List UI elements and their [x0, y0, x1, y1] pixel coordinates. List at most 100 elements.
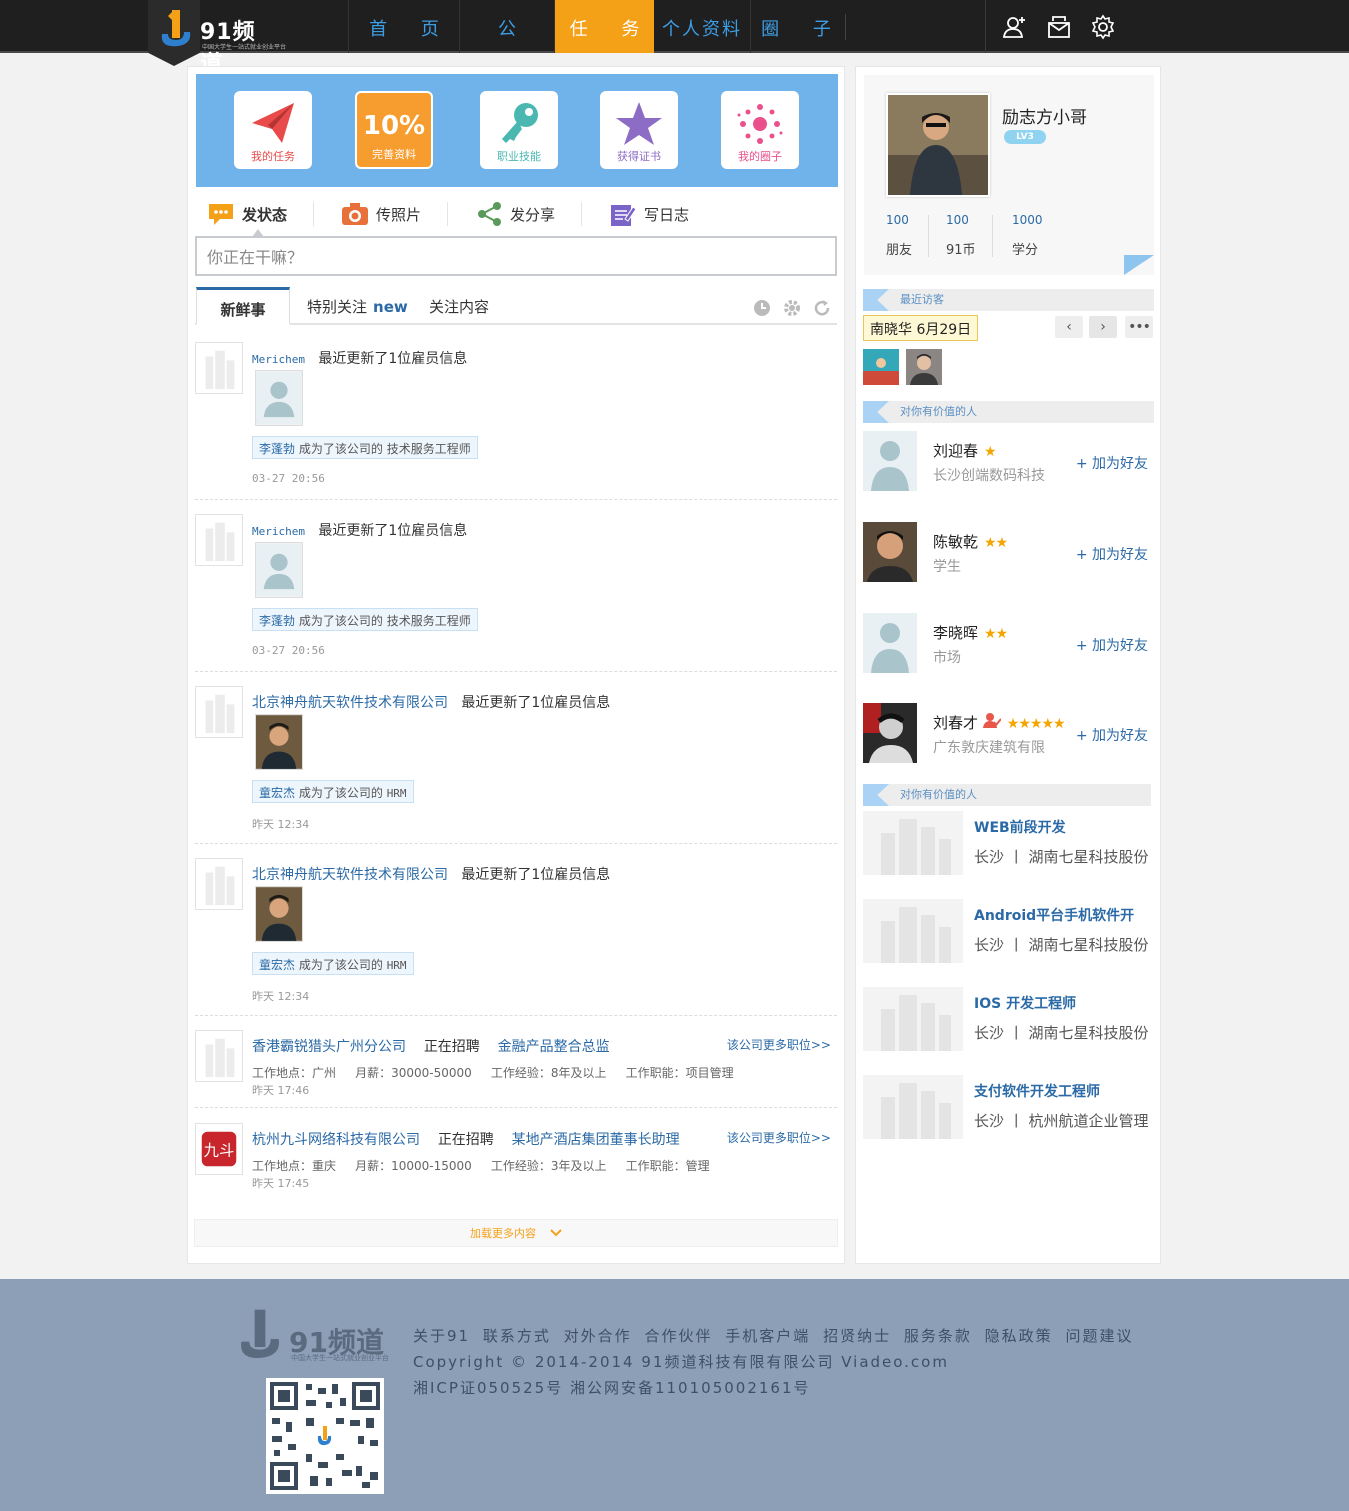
person-thumb[interactable] — [255, 542, 303, 598]
footer-link[interactable]: 隐私政策 — [985, 1327, 1053, 1345]
person-name[interactable]: 李晓晖 ★★ — [933, 622, 1008, 643]
nav-profile[interactable]: 个人资料 — [654, 0, 750, 53]
footer-link[interactable]: 合作伙伴 — [644, 1327, 712, 1345]
tab-write-blog[interactable]: 写日志 — [608, 202, 715, 226]
position-link[interactable]: 某地产酒店集团董事长助理 — [512, 1132, 680, 1148]
tab-follow-content[interactable]: 关注内容 — [429, 287, 489, 325]
footer-logo[interactable]: 91频道 中国大学生一站式就业创业平台 — [233, 1307, 393, 1367]
footer-link[interactable]: 服务条款 — [904, 1327, 972, 1345]
feed-action: 最近更新了1位雇员信息 — [318, 351, 468, 367]
add-friend-button[interactable]: + 加为好友 — [1076, 725, 1148, 745]
profile-card: 励志方小哥 LV3 100 朋友 100 91币 1000 学分 — [864, 75, 1154, 275]
company-building-icon — [863, 1075, 963, 1139]
company-avatar[interactable] — [195, 1030, 243, 1082]
position-link[interactable]: 金融产品整合总监 — [498, 1039, 610, 1055]
person-thumb[interactable] — [255, 714, 303, 770]
visitor-tooltip: 南晓华 6月29日 — [863, 315, 979, 341]
company-avatar[interactable] — [195, 342, 243, 394]
copyright-text: Copyright © 2014-2014 91频道科技有限有限公司 Viade… — [413, 1353, 949, 1371]
footer-link[interactable]: 对外合作 — [564, 1327, 632, 1345]
site-footer: 91频道 中国大学生一站式就业创业平台 关于91 联系方式 对外合作 合作伙伴 … — [0, 1279, 1349, 1511]
company-avatar[interactable] — [195, 858, 243, 910]
suggested-job[interactable]: WEB前段开发 长沙 丨 湖南七星科技股份 — [863, 811, 1154, 879]
person-link[interactable]: 童宏杰 — [259, 786, 295, 800]
person-link[interactable]: 李蓬勃 — [259, 442, 295, 456]
tab-special-follow[interactable]: 特别关注 new — [307, 287, 408, 325]
person-avatar[interactable] — [863, 703, 917, 763]
more-jobs-link[interactable]: 该公司更多职位>> — [727, 1036, 831, 1053]
person-name[interactable]: 陈敏乾 ★★ — [933, 531, 1008, 552]
tab-post-status[interactable]: 发状态 — [206, 202, 315, 226]
person-thumb[interactable] — [255, 370, 303, 426]
message-icon[interactable] — [1046, 14, 1072, 40]
tab-share[interactable]: 发分享 — [474, 202, 583, 226]
profile-name[interactable]: 励志方小哥 — [1002, 103, 1087, 128]
person-company: 广东敦庆建筑有限 — [933, 740, 1045, 756]
nav-divider — [845, 14, 846, 40]
suggested-job[interactable]: Android平台手机软件开 长沙 丨 湖南七星科技股份 — [863, 899, 1154, 967]
add-friend-button[interactable]: + 加为好友 — [1076, 544, 1148, 564]
stat-coins[interactable]: 100 91币 — [946, 213, 976, 258]
feed-actor-link[interactable]: 北京神舟航天软件技术有限公司 — [252, 695, 448, 711]
feed-time: 03-27 20:56 — [252, 644, 325, 657]
tile-certificates[interactable]: 获得证书 — [600, 91, 678, 169]
job-location: 长沙 丨 杭州航道企业管理 — [974, 1112, 1149, 1130]
prev-button[interactable]: ‹ — [1055, 316, 1083, 338]
company-logo[interactable]: 九斗 — [195, 1123, 243, 1175]
suggested-job[interactable]: 支付软件开发工程师 长沙 丨 杭州航道企业管理 — [863, 1075, 1154, 1143]
person-link[interactable]: 李蓬勃 — [259, 614, 295, 628]
add-friend-button[interactable]: + 加为好友 — [1076, 635, 1148, 655]
profile-avatar[interactable] — [886, 93, 990, 197]
status-input[interactable]: 你正在干嘛？ — [195, 236, 837, 276]
load-more-button[interactable]: 加载更多内容 — [194, 1219, 838, 1247]
nav-home[interactable]: 首 页 — [348, 0, 459, 53]
nav-tasks[interactable]: 任 务 — [554, 0, 654, 53]
gear-icon[interactable] — [783, 299, 801, 317]
visitor-avatar[interactable] — [863, 349, 899, 385]
footer-link[interactable]: 关于91 — [413, 1327, 470, 1345]
person-avatar[interactable] — [863, 613, 917, 673]
feed-time: 昨天 12:34 — [252, 990, 310, 1003]
footer-link[interactable]: 手机客户端 — [725, 1327, 810, 1345]
add-friend-icon[interactable] — [1002, 14, 1028, 40]
company-link[interactable]: 杭州九斗网络科技有限公司 — [252, 1132, 420, 1148]
feed-actor-link[interactable]: Merichem — [252, 525, 305, 538]
job-meta: 工作地点：广州 月薪：30000-50000 工作经验：8年及以上 工作职能：项… — [252, 1066, 734, 1080]
tile-complete-profile[interactable]: 10% 完善资料 — [355, 91, 433, 169]
person-name[interactable]: 刘迎春 ★ — [933, 440, 997, 461]
feed-actor-link[interactable]: Merichem — [252, 353, 305, 366]
footer-link[interactable]: 联系方式 — [483, 1327, 551, 1345]
company-link[interactable]: 香港霸锐猎头广州分公司 — [252, 1039, 406, 1055]
nav-circle[interactable]: 圈 子 — [750, 0, 845, 53]
person-name[interactable]: 刘春才 ★★★★★ — [933, 712, 1066, 733]
tab-news[interactable]: 新鲜事 — [196, 287, 290, 325]
tile-skills[interactable]: 职业技能 — [480, 91, 558, 169]
person-avatar[interactable] — [863, 431, 917, 491]
person-link[interactable]: 童宏杰 — [259, 958, 295, 972]
person-thumb[interactable] — [255, 886, 303, 942]
tab-upload-photo[interactable]: 传照片 — [340, 202, 449, 226]
person-company: 学生 — [933, 559, 961, 575]
company-avatar[interactable] — [195, 514, 243, 566]
settings-icon[interactable] — [1090, 14, 1116, 40]
person-avatar[interactable] — [863, 522, 917, 582]
visitor-avatar[interactable] — [906, 349, 942, 385]
suggested-job[interactable]: IOS 开发工程师 长沙 丨 湖南七星科技股份 — [863, 987, 1154, 1055]
add-friend-button[interactable]: + 加为好友 — [1076, 453, 1148, 473]
feed-actor-link[interactable]: 北京神舟航天软件技术有限公司 — [252, 867, 448, 883]
stat-credits[interactable]: 1000 学分 — [1012, 213, 1043, 258]
next-button[interactable]: › — [1089, 316, 1117, 338]
qr-code — [266, 1378, 384, 1494]
tile-my-circle[interactable]: 我的圈子 — [721, 91, 799, 169]
site-logo[interactable]: 91频道 中国大学生一站式就业创业平台 — [148, 0, 286, 77]
footer-link[interactable]: 问题建议 — [1065, 1327, 1133, 1345]
nav-company[interactable]: 公 司 — [459, 0, 554, 100]
clock-icon[interactable] — [753, 299, 771, 317]
footer-link[interactable]: 招贤纳士 — [823, 1327, 891, 1345]
stat-friends[interactable]: 100 朋友 — [886, 213, 912, 258]
refresh-icon[interactable] — [813, 299, 831, 317]
tile-my-tasks[interactable]: 我的任务 — [234, 91, 312, 169]
more-jobs-link[interactable]: 该公司更多职位>> — [727, 1129, 831, 1146]
more-icon[interactable]: ••• — [1125, 316, 1153, 338]
company-avatar[interactable] — [195, 686, 243, 738]
